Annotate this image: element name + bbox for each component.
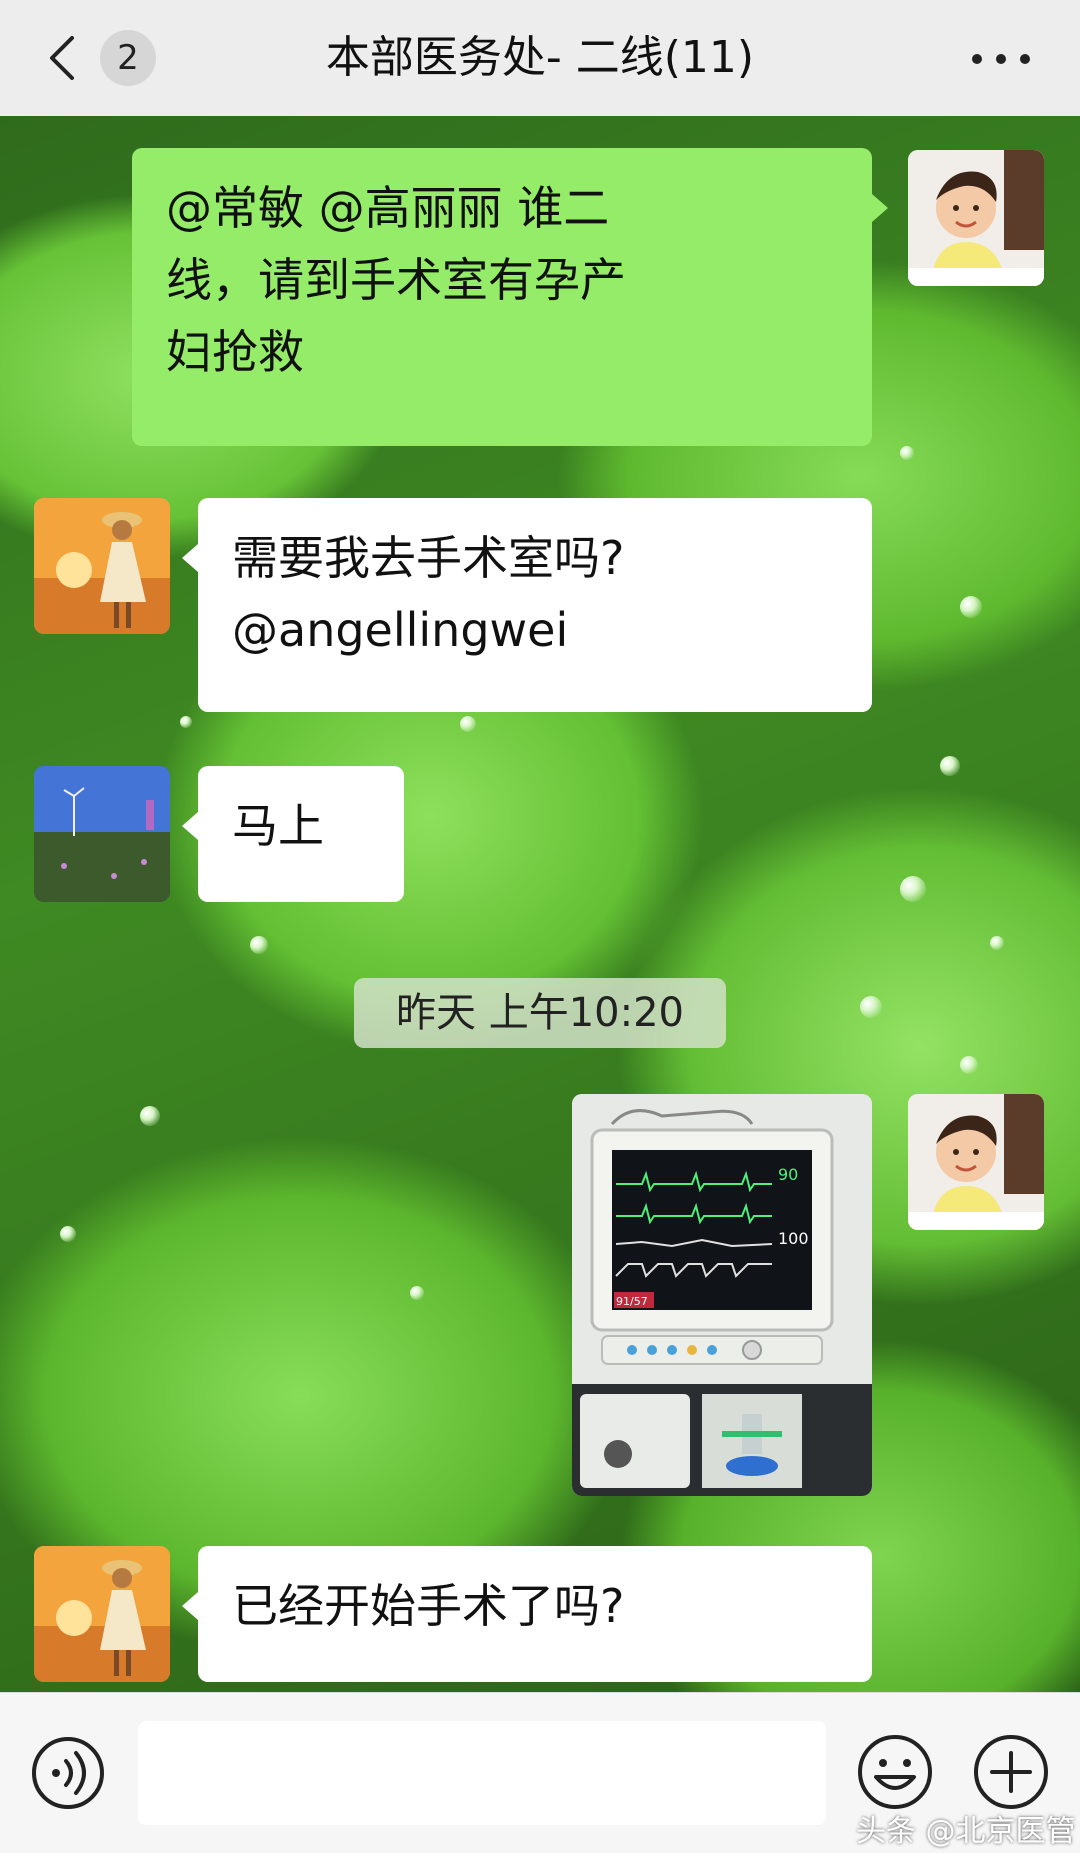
more-options-button[interactable] <box>966 32 1038 84</box>
chat-screen: 2 本部医务处- 二线(11) @常敏 @高丽丽 谁二 线，请到手术室有孕产 妇… <box>0 0 1080 1853</box>
emoji-icon[interactable] <box>856 1733 934 1811</box>
timestamp-divider: 昨天 上午10:20 <box>354 978 726 1048</box>
plus-icon[interactable] <box>972 1733 1050 1811</box>
message-bubble-incoming[interactable]: 马上 <box>182 766 404 902</box>
image-message[interactable]: 90 100 91/57 <box>572 1094 872 1496</box>
more-dot-icon <box>996 54 1006 64</box>
message-text-line: 妇抢救 <box>166 325 304 379</box>
baby-avatar-icon <box>908 150 1044 286</box>
avatar-self[interactable] <box>908 150 1044 286</box>
message-input[interactable] <box>138 1721 826 1825</box>
chat-title: 本部医务处- 二线(11) <box>325 32 755 83</box>
sunset-girl-avatar-icon <box>34 1546 170 1682</box>
more-dot-icon <box>972 54 982 64</box>
message-bubble-outgoing[interactable]: @常敏 @高丽丽 谁二 线，请到手术室有孕产 妇抢救 <box>132 148 888 446</box>
monitor-readout-spo2: 100 <box>778 1229 809 1248</box>
back-button[interactable]: 2 <box>44 30 168 86</box>
message-text-line: @angellingwei <box>232 603 569 657</box>
message-text-line: 马上 <box>232 799 324 853</box>
message-text-line: @常敏 @高丽丽 谁二 <box>166 181 610 235</box>
baby-avatar-icon <box>908 1094 1044 1230</box>
avatar-field[interactable] <box>34 766 170 902</box>
anesthesia-monitor-photo: 90 100 91/57 <box>572 1094 872 1496</box>
unread-count-badge: 2 <box>100 30 156 86</box>
avatar-self[interactable] <box>908 1094 1044 1230</box>
voice-icon[interactable] <box>30 1735 106 1811</box>
chat-header: 2 本部医务处- 二线(11) <box>0 0 1080 116</box>
sunset-girl-avatar-icon <box>34 498 170 634</box>
watermark: 头条 @北京医管 <box>856 1814 1076 1849</box>
avatar-sunset-girl[interactable] <box>34 1546 170 1682</box>
more-dot-icon <box>1020 54 1030 64</box>
field-avatar-icon <box>34 766 170 902</box>
message-text-line: 已经开始手术了吗? <box>232 1579 625 1633</box>
chevron-left-icon <box>50 36 74 80</box>
monitor-readout-bp: 91/57 <box>616 1295 648 1308</box>
message-text-line: 需要我去手术室吗? <box>232 531 625 585</box>
message-bubble-incoming[interactable]: 需要我去手术室吗? @angellingwei <box>182 498 872 712</box>
avatar-sunset-girl[interactable] <box>34 498 170 634</box>
message-bubble-incoming[interactable]: 已经开始手术了吗? <box>182 1546 872 1682</box>
message-text-line: 线，请到手术室有孕产 <box>166 253 626 307</box>
monitor-readout-hr: 90 <box>778 1165 798 1184</box>
